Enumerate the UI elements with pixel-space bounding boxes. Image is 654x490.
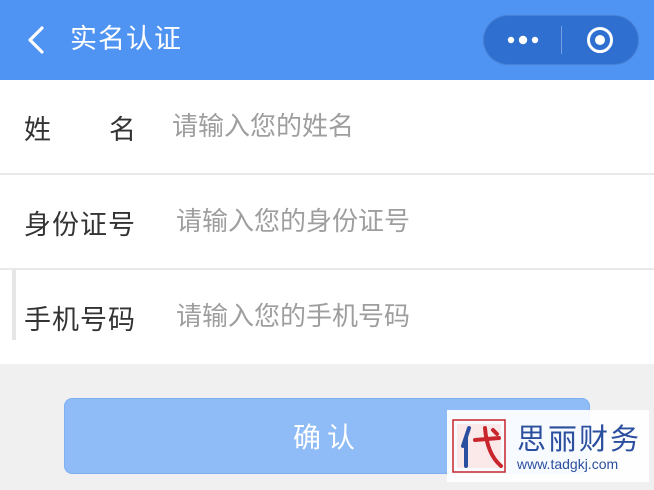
id-number-row: 身份证号 (0, 175, 654, 269)
more-dots-icon (507, 35, 538, 45)
page-title: 实名认证 (70, 24, 182, 55)
watermark-url: www.tadgkj.com (517, 456, 619, 472)
id-number-input[interactable] (176, 192, 616, 252)
phone-label: 手机号码 (24, 304, 136, 336)
name-row: 姓 名 (0, 80, 654, 174)
close-mini-program-button[interactable] (562, 16, 638, 64)
target-close-icon (587, 27, 613, 53)
back-button[interactable] (18, 22, 54, 58)
name-label-char-1: 姓 (24, 114, 51, 146)
name-input[interactable] (172, 97, 612, 157)
nav-bar: 实名认证 (0, 0, 654, 80)
verification-form: 姓 名 身份证号 手机号码 (0, 80, 654, 364)
id-number-label: 身份证号 (24, 209, 136, 241)
phone-row: 手机号码 (0, 270, 654, 364)
name-label: 姓 名 (24, 108, 136, 147)
phone-input[interactable] (176, 287, 616, 347)
chevron-left-icon (28, 26, 44, 54)
brand-logo-icon (452, 419, 506, 473)
more-button[interactable] (484, 16, 561, 64)
watermark: 思丽财务 www.tadgkj.com (447, 410, 649, 482)
watermark-brand-name: 思丽财务 (517, 422, 642, 456)
name-label-char-2: 名 (109, 114, 136, 146)
row-focus-bar (12, 270, 16, 340)
mini-program-capsule (483, 15, 639, 65)
